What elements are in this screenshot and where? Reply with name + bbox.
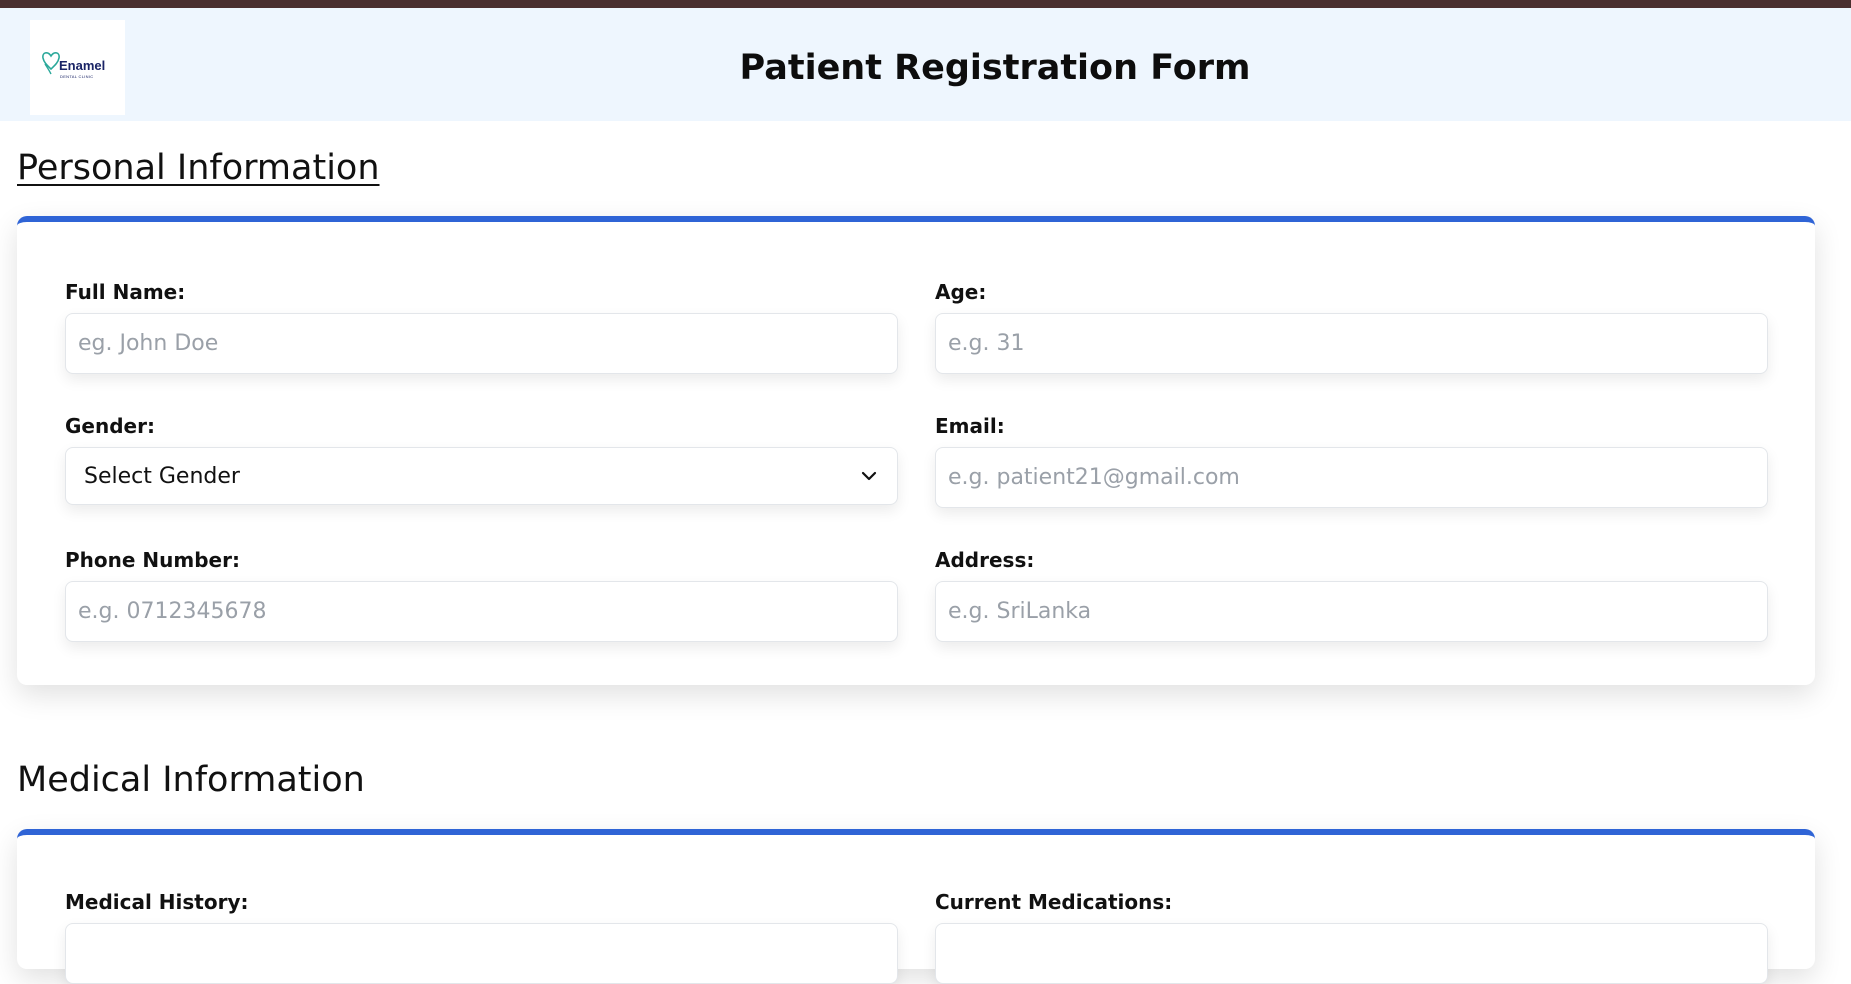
current-medications-input[interactable] — [935, 923, 1768, 984]
personal-information-heading: Personal Information — [17, 148, 380, 188]
page-header: Enamel DENTAL CLINIC Patient Registratio… — [0, 8, 1851, 121]
medical-information-card: Medical History: Current Medications: — [17, 829, 1815, 984]
medical-information-heading: Medical Information — [17, 760, 365, 800]
email-input[interactable] — [935, 447, 1768, 508]
age-input[interactable] — [935, 313, 1768, 374]
current-medications-label: Current Medications: — [935, 890, 1173, 914]
phone-number-label: Phone Number: — [65, 548, 240, 572]
full-name-input[interactable] — [65, 313, 898, 374]
email-label: Email: — [935, 414, 1005, 438]
full-name-label: Full Name: — [65, 280, 186, 304]
personal-information-card: Full Name: Age: Gender: Select Gender Em… — [17, 216, 1815, 685]
medical-history-input[interactable] — [65, 923, 898, 984]
gender-selected-value: Select Gender — [84, 463, 240, 489]
top-strip — [0, 0, 1851, 8]
age-label: Age: — [935, 280, 987, 304]
address-input[interactable] — [935, 581, 1768, 642]
phone-number-input[interactable] — [65, 581, 898, 642]
chevron-down-icon — [861, 471, 877, 481]
address-label: Address: — [935, 548, 1035, 572]
gender-select[interactable]: Select Gender — [65, 447, 898, 505]
medical-history-label: Medical History: — [65, 890, 249, 914]
gender-label: Gender: — [65, 414, 155, 438]
page-title: Patient Registration Form — [739, 48, 1251, 88]
